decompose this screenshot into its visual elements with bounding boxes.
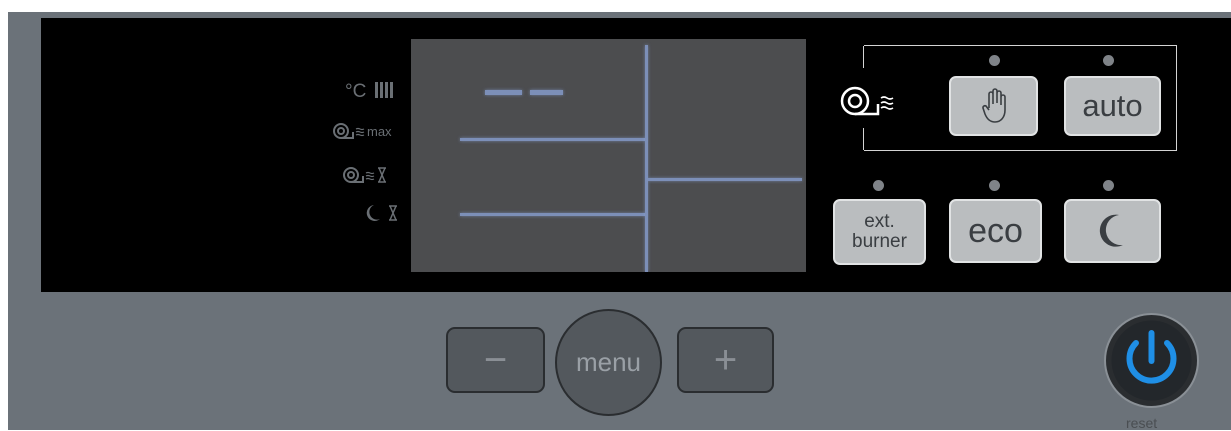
reset-label: reset [1126, 415, 1158, 431]
led-auto [1103, 55, 1114, 66]
moon-icon [1099, 214, 1123, 247]
radiator-icon [374, 82, 393, 98]
fan-icon [333, 123, 365, 139]
ext-burner-label-1: ext. [864, 211, 895, 232]
fan-mode-icon [840, 86, 894, 116]
fan-timer-icon [343, 167, 386, 183]
moon-timer-icon [366, 205, 397, 221]
menu-button[interactable]: menu [555, 309, 662, 416]
celsius-label: °C [345, 81, 367, 102]
lcd-segment-lower [460, 213, 646, 216]
plus-label: + [713, 337, 738, 382]
auto-label: auto [1082, 88, 1143, 123]
indicator-fan-timer [343, 166, 401, 187]
power-reset-button[interactable] [1104, 313, 1199, 408]
lcd-segment-right [648, 178, 802, 181]
minus-button[interactable]: − [446, 327, 545, 393]
menu-label: menu [575, 347, 642, 377]
eco-label: eco [968, 211, 1023, 250]
led-manual [989, 55, 1000, 66]
eco-button[interactable]: eco [949, 199, 1042, 263]
plus-button[interactable]: + [677, 327, 774, 393]
led-eco [989, 180, 1000, 191]
auto-button[interactable]: auto [1064, 76, 1161, 136]
lcd-dash-1 [485, 90, 522, 95]
led-night [1103, 180, 1114, 191]
power-icon [1111, 320, 1192, 401]
lcd-segment-upper [460, 138, 646, 141]
manual-button[interactable] [949, 76, 1038, 136]
indicator-night-timer [360, 203, 402, 226]
hand-icon [981, 88, 1006, 123]
led-ext-burner [873, 180, 884, 191]
ext-burner-button[interactable]: ext. burner [833, 199, 926, 265]
lcd-segment-vertical [645, 45, 648, 272]
night-button[interactable] [1064, 199, 1161, 263]
max-label: max [367, 124, 392, 139]
ext-burner-label-2: burner [852, 231, 907, 252]
indicator-temp-radiator: °C [345, 81, 396, 103]
indicator-fan-max: max [333, 122, 392, 140]
lcd-display [411, 39, 806, 272]
minus-label: − [483, 337, 508, 382]
lcd-dash-2 [530, 90, 563, 95]
